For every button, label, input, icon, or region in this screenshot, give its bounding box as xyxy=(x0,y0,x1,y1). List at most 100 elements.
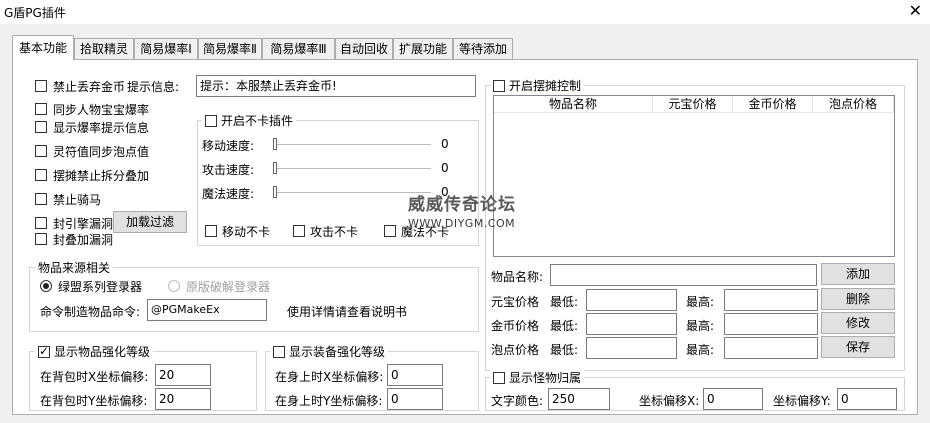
nolag-title-label: 开启不卡插件 xyxy=(221,114,294,128)
magic-nolag-checkbox[interactable] xyxy=(384,225,396,237)
radio-original-label: 原版破解登录器 xyxy=(186,280,271,294)
item-enhance-y-label: 在背包时Y坐标偏移: xyxy=(40,394,148,408)
move-speed-label: 移动速度: xyxy=(202,139,255,153)
bubble-price-label: 泡点价格 xyxy=(491,343,540,357)
move-speed-slider-thumb[interactable] xyxy=(273,138,277,150)
equip-enhance-x-input[interactable]: 0 xyxy=(387,364,443,386)
equip-enhance-title-label: 显示装备强化等级 xyxy=(289,345,386,359)
radio-mengmeng-label: 绿盟系列登录器 xyxy=(58,280,143,294)
yuanbao-max-input[interactable] xyxy=(724,289,818,311)
item-enhance-title-label: 显示物品强化等级 xyxy=(54,345,151,359)
stall-no-split-checkbox[interactable] xyxy=(35,169,47,181)
sync-rate-label: 同步人物宝宝爆率 xyxy=(53,103,150,117)
spirit-sync-checkbox[interactable] xyxy=(35,145,47,157)
item-source-title: 物品来源相关 xyxy=(35,259,114,276)
equip-enhance-y-input[interactable]: 0 xyxy=(387,388,443,410)
yuanbao-max-label: 最高: xyxy=(686,295,715,309)
radio-mengmeng-login[interactable] xyxy=(40,280,52,292)
monster-owner-checkbox[interactable] xyxy=(493,372,505,384)
stall-name-label: 物品名称: xyxy=(491,270,544,284)
offset-y-input[interactable]: 0 xyxy=(837,388,897,410)
forbid-drop-gold-checkbox[interactable] xyxy=(35,80,47,92)
col-item-name[interactable]: 物品名称 xyxy=(494,96,653,113)
title-bar: G盾PG插件 ✕ xyxy=(0,0,930,24)
watermark-title: 威威传奇论坛 xyxy=(408,195,516,215)
tab-simple-rate-2[interactable]: 简易爆率Ⅱ xyxy=(198,38,262,60)
manual-hint: 使用详情请查看说明书 xyxy=(287,305,408,319)
watermark-url: WWW.DIYGM.COM xyxy=(408,217,516,230)
stall-item-list[interactable]: 物品名称 元宝价格 金币价格 泡点价格 xyxy=(493,95,895,257)
col-gold-price[interactable]: 金币价格 xyxy=(733,96,813,113)
col-yuanbao-price[interactable]: 元宝价格 xyxy=(653,96,733,113)
stall-name-input[interactable] xyxy=(550,264,817,286)
yuanbao-price-label: 元宝价格 xyxy=(491,295,540,309)
monster-owner-title-label: 显示怪物归属 xyxy=(509,371,582,385)
show-rate-tip-label: 显示爆率提示信息 xyxy=(53,121,150,135)
command-input[interactable]: @PGMakeEx xyxy=(147,299,267,321)
save-button[interactable]: 保存 xyxy=(821,336,895,358)
spirit-sync-label: 灵符值同步泡点值 xyxy=(53,145,150,159)
stall-enable-checkbox[interactable] xyxy=(493,80,505,92)
seal-engine-bug-label: 封引擎漏洞 xyxy=(53,217,114,231)
move-speed-slider-track[interactable] xyxy=(275,144,431,146)
move-nolag-checkbox[interactable] xyxy=(205,225,217,237)
equip-enhance-checkbox[interactable] xyxy=(273,346,285,358)
command-label: 命令制造物品命令: xyxy=(40,305,141,319)
tab-auto-recycle[interactable]: 自动回收 xyxy=(335,38,393,60)
radio-original-login[interactable] xyxy=(168,280,180,292)
seal-engine-bug-checkbox[interactable] xyxy=(35,217,47,229)
delete-button[interactable]: 删除 xyxy=(821,288,895,310)
tab-basic[interactable]: 基本功能 xyxy=(12,35,74,60)
attack-nolag-checkbox[interactable] xyxy=(293,225,305,237)
text-color-input[interactable]: 250 xyxy=(548,388,610,410)
tab-simple-rate-1[interactable]: 简易爆率Ⅰ xyxy=(134,38,198,60)
item-enhance-title: 显示物品强化等级 xyxy=(35,343,154,360)
gold-max-label: 最高: xyxy=(686,319,715,333)
stall-no-split-label: 摆摊禁止拆分叠加 xyxy=(53,169,150,183)
tip-info-label: 提示信息: xyxy=(127,80,180,94)
offset-x-label: 坐标偏移X: xyxy=(639,394,700,408)
item-enhance-checkbox[interactable] xyxy=(38,343,50,359)
seal-stack-bug-checkbox[interactable] xyxy=(35,233,47,245)
bubble-min-label: 最低: xyxy=(550,343,579,357)
attack-speed-value: 0 xyxy=(441,161,449,175)
tab-pickup-sprite[interactable]: 拾取精灵 xyxy=(74,38,134,60)
tab-extensions[interactable]: 扩展功能 xyxy=(393,38,453,60)
equip-enhance-title: 显示装备强化等级 xyxy=(270,343,389,360)
forbid-ride-checkbox[interactable] xyxy=(35,193,47,205)
equip-enhance-x-label: 在身上时X坐标偏移: xyxy=(275,370,384,384)
add-button[interactable]: 添加 xyxy=(821,263,895,285)
forbid-drop-gold-label: 禁止丢弃金币 xyxy=(53,80,126,94)
yuanbao-min-input[interactable] xyxy=(586,289,677,311)
sync-rate-checkbox[interactable] xyxy=(35,103,47,115)
col-bubble-price[interactable]: 泡点价格 xyxy=(813,96,894,113)
seal-stack-bug-label: 封叠加漏洞 xyxy=(53,233,114,247)
offset-y-label: 坐标偏移Y: xyxy=(773,394,831,408)
modify-button[interactable]: 修改 xyxy=(821,312,895,334)
gold-max-input[interactable] xyxy=(724,313,818,335)
tip-info-input[interactable]: 提示：本服禁止丢弃金币! xyxy=(196,75,476,97)
bubble-max-input[interactable] xyxy=(724,337,818,359)
offset-x-input[interactable]: 0 xyxy=(703,388,763,410)
stall-title-label: 开启摆摊控制 xyxy=(509,79,582,93)
text-color-label: 文字颜色: xyxy=(491,394,544,408)
tab-simple-rate-3[interactable]: 简易爆率Ⅲ xyxy=(262,38,335,60)
item-enhance-x-input[interactable]: 20 xyxy=(155,364,211,386)
close-icon[interactable]: ✕ xyxy=(909,1,922,21)
tab-pending[interactable]: 等待添加 xyxy=(453,38,513,60)
bubble-min-input[interactable] xyxy=(586,337,677,359)
attack-speed-slider-thumb[interactable] xyxy=(273,162,277,174)
nolag-enable-checkbox[interactable] xyxy=(205,115,217,127)
window-title: G盾PG插件 xyxy=(4,6,66,20)
gold-price-label: 金币价格 xyxy=(491,319,540,333)
magic-speed-slider-thumb[interactable] xyxy=(273,186,277,198)
item-enhance-y-input[interactable]: 20 xyxy=(155,388,211,410)
load-filter-button[interactable]: 加载过滤 xyxy=(113,211,187,233)
bubble-max-label: 最高: xyxy=(686,343,715,357)
show-rate-tip-checkbox[interactable] xyxy=(35,121,47,133)
attack-nolag-label: 攻击不卡 xyxy=(310,225,359,239)
attack-speed-slider-track[interactable] xyxy=(275,168,431,170)
gold-min-input[interactable] xyxy=(586,313,677,335)
item-enhance-x-label: 在背包时X坐标偏移: xyxy=(40,370,149,384)
move-speed-value: 0 xyxy=(441,137,449,151)
